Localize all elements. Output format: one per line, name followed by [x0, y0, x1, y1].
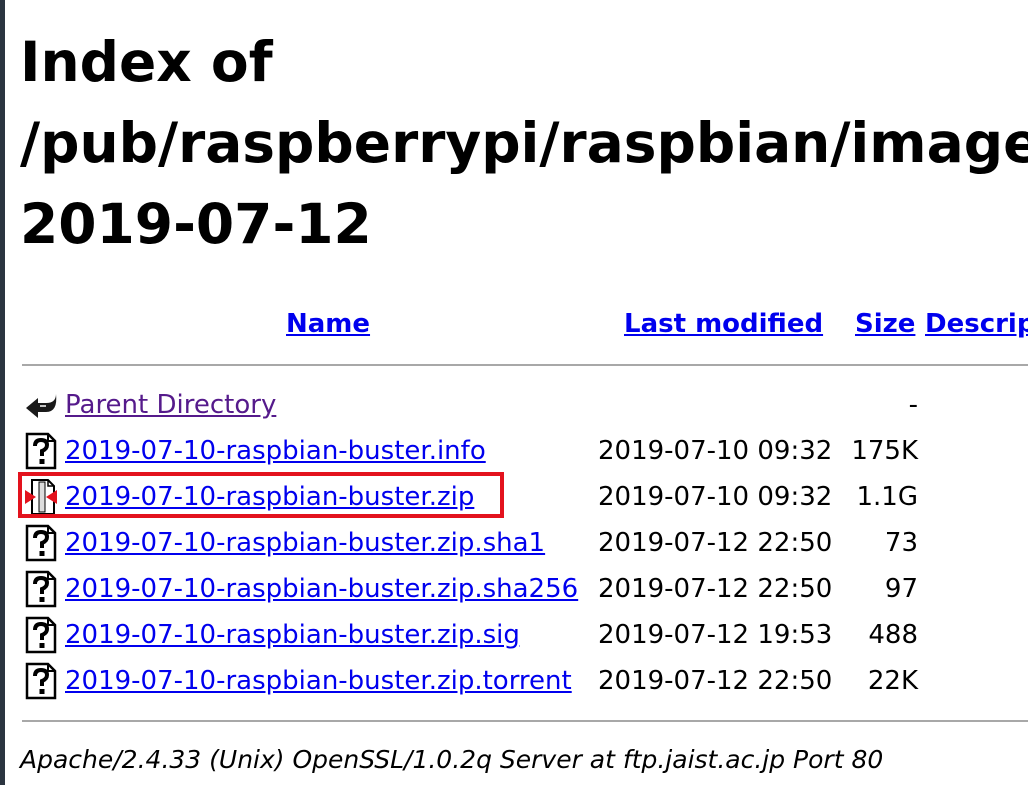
back-arrow-icon [26, 394, 57, 418]
footer-divider [22, 720, 1028, 722]
file-link[interactable]: 2019-07-10-raspbian-buster.zip.sha256 [65, 566, 578, 612]
unknown-file-icon [25, 432, 57, 470]
sort-by-size-link[interactable]: Size [855, 306, 915, 342]
table-header-row: Name Last modified Size Description [0, 306, 1028, 342]
file-last-modified: 2019-07-12 22:50 [598, 528, 833, 558]
file-size: 97 [884, 574, 918, 604]
parent-directory-link[interactable]: Parent Directory [65, 382, 276, 428]
table-row: 2019-07-10-raspbian-buster.zip 2019-07-1… [0, 474, 1028, 520]
parent-directory-row: Parent Directory - [0, 382, 1028, 428]
page-title: Index of/pub/raspberrypi/raspbian/images… [20, 22, 1028, 265]
page-title-line-3: 2019-07-12 [20, 192, 372, 256]
table-row: 2019-07-10-raspbian-buster.zip.sha1 2019… [0, 520, 1028, 566]
table-row: 2019-07-10-raspbian-buster.info 2019-07-… [0, 428, 1028, 474]
file-size: 1.1G [856, 482, 919, 512]
table-row: 2019-07-10-raspbian-buster.zip.sig 2019-… [0, 612, 1028, 658]
server-signature: Apache/2.4.33 (Unix) OpenSSL/1.0.2q Serv… [20, 745, 884, 774]
sort-by-description-link[interactable]: Description [925, 306, 1028, 342]
table-row: 2019-07-10-raspbian-buster.zip.sha256 20… [0, 566, 1028, 612]
file-size: 488 [868, 620, 918, 650]
file-link[interactable]: 2019-07-10-raspbian-buster.zip.sha1 [65, 520, 545, 566]
file-last-modified: 2019-07-12 19:53 [598, 620, 833, 650]
file-last-modified: 2019-07-12 22:50 [598, 666, 833, 696]
file-link[interactable]: 2019-07-10-raspbian-buster.zip.torrent [65, 658, 572, 704]
compressed-file-icon [25, 479, 57, 515]
directory-listing-page: Index of/pub/raspberrypi/raspbian/images… [0, 0, 1028, 785]
unknown-file-icon [25, 662, 57, 700]
file-link[interactable]: 2019-07-10-raspbian-buster.zip [65, 474, 474, 520]
file-last-modified: 2019-07-10 09:32 [598, 482, 833, 512]
table-row: 2019-07-10-raspbian-buster.zip.torrent 2… [0, 658, 1028, 704]
sort-by-name-link[interactable]: Name [286, 306, 370, 342]
file-link[interactable]: 2019-07-10-raspbian-buster.info [65, 428, 486, 474]
header-divider [22, 364, 1028, 366]
unknown-file-icon [25, 570, 57, 608]
page-title-line-1: Index of [20, 30, 273, 94]
unknown-file-icon [25, 524, 57, 562]
file-size: 73 [884, 528, 918, 558]
file-size: 175K [851, 436, 918, 466]
parent-directory-size: - [908, 390, 918, 420]
file-link[interactable]: 2019-07-10-raspbian-buster.zip.sig [65, 612, 520, 658]
file-last-modified: 2019-07-12 22:50 [598, 574, 833, 604]
unknown-file-icon [25, 616, 57, 654]
file-size: 22K [867, 666, 918, 696]
sort-by-last-modified-link[interactable]: Last modified [624, 306, 823, 342]
page-title-line-2: /pub/raspberrypi/raspbian/images [20, 111, 1028, 175]
file-last-modified: 2019-07-10 09:32 [598, 436, 833, 466]
